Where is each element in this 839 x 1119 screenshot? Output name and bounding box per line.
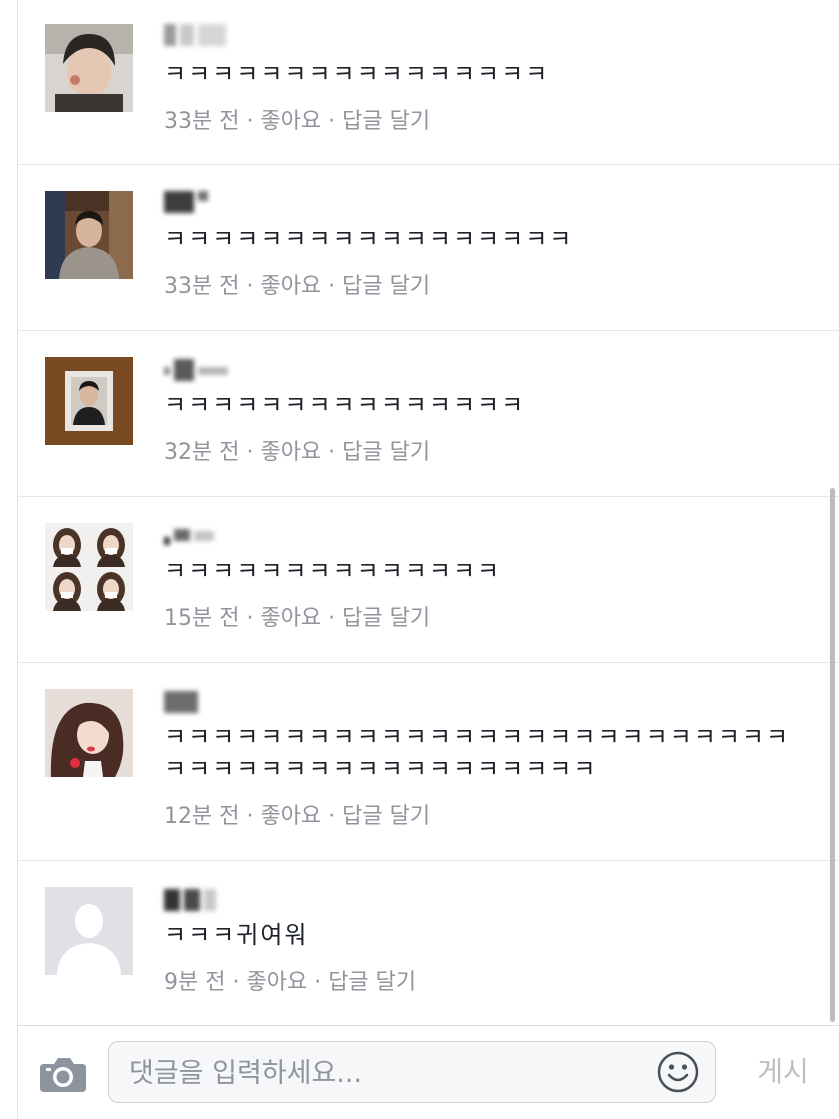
meta-separator: · xyxy=(321,804,343,829)
scrollbar[interactable] xyxy=(830,488,835,1022)
like-link[interactable]: 좋아요 xyxy=(260,606,321,631)
author-name-redacted[interactable] xyxy=(164,24,230,50)
comment-meta: 15분 전 · 좋아요 · 답글 달기 xyxy=(164,605,430,633)
smiley-icon[interactable] xyxy=(657,1051,699,1093)
reply-link[interactable]: 답글 달기 xyxy=(342,274,430,299)
left-border xyxy=(0,0,18,1119)
like-link[interactable]: 좋아요 xyxy=(246,970,307,995)
meta-separator: · xyxy=(321,440,343,465)
avatar-photo xyxy=(45,689,133,777)
reply-link[interactable]: 답글 달기 xyxy=(342,440,430,465)
avatar-photo xyxy=(45,191,133,279)
like-link[interactable]: 좋아요 xyxy=(260,440,321,465)
comment-text: ㅋㅋㅋㅋㅋㅋㅋㅋㅋㅋㅋㅋㅋㅋㅋㅋ xyxy=(164,60,550,88)
avatar[interactable] xyxy=(45,24,133,112)
comment-text: ㅋㅋㅋㅋㅋㅋㅋㅋㅋㅋㅋㅋㅋㅋ xyxy=(164,557,502,585)
comment-item: ㅋㅋㅋ귀여워 9분 전 · 좋아요 · 답글 달기 xyxy=(18,861,839,1026)
meta-separator: · xyxy=(225,970,247,995)
like-link[interactable]: 좋아요 xyxy=(260,109,321,134)
meta-separator: · xyxy=(239,606,261,631)
reply-link[interactable]: 답글 달기 xyxy=(342,109,430,134)
reply-link[interactable]: 답글 달기 xyxy=(342,606,430,631)
post-button[interactable]: 게시 xyxy=(748,1050,818,1094)
comment-time: 32분 전 xyxy=(164,440,240,465)
meta-separator: · xyxy=(321,109,343,134)
comment-list[interactable]: ㅋㅋㅋㅋㅋㅋㅋㅋㅋㅋㅋㅋㅋㅋㅋㅋ 33분 전 · 좋아요 · 답글 달기 ㅋㅋㅋ… xyxy=(18,0,839,1026)
avatar[interactable] xyxy=(45,887,133,975)
comment-time: 12분 전 xyxy=(164,804,240,829)
avatar[interactable] xyxy=(45,689,133,777)
comment-item: ㅋㅋㅋㅋㅋㅋㅋㅋㅋㅋㅋㅋㅋㅋㅋㅋㅋㅋㅋㅋㅋㅋㅋㅋㅋㅋㅋㅋㅋㅋㅋㅋㅋㅋㅋㅋㅋㅋㅋㅋ… xyxy=(18,663,839,861)
meta-separator: · xyxy=(239,804,261,829)
comment-time: 9분 전 xyxy=(164,970,226,995)
avatar[interactable] xyxy=(45,523,133,611)
avatar[interactable] xyxy=(45,191,133,279)
author-name-redacted[interactable] xyxy=(164,889,220,915)
meta-separator: · xyxy=(239,440,261,465)
comment-meta: 12분 전 · 좋아요 · 답글 달기 xyxy=(164,803,430,831)
comment-meta: 33분 전 · 좋아요 · 답글 달기 xyxy=(164,273,430,301)
meta-separator: · xyxy=(239,109,261,134)
comment-text: ㅋㅋㅋㅋㅋㅋㅋㅋㅋㅋㅋㅋㅋㅋㅋㅋㅋ xyxy=(164,225,574,253)
comment-meta: 9분 전 · 좋아요 · 답글 달기 xyxy=(164,969,416,997)
photo-tile xyxy=(53,528,81,567)
author-name-redacted[interactable] xyxy=(164,191,212,217)
avatar[interactable] xyxy=(45,357,133,445)
comment-time: 15분 전 xyxy=(164,606,240,631)
default-avatar-icon xyxy=(45,887,133,975)
comment-meta: 33분 전 · 좋아요 · 답글 달기 xyxy=(164,108,430,136)
like-link[interactable]: 좋아요 xyxy=(260,274,321,299)
meta-separator: · xyxy=(239,274,261,299)
like-link[interactable]: 좋아요 xyxy=(260,804,321,829)
comment-text: ㅋㅋㅋ귀여워 xyxy=(164,921,309,949)
comment-meta: 32분 전 · 좋아요 · 답글 달기 xyxy=(164,439,430,467)
meta-separator: · xyxy=(321,274,343,299)
comment-input[interactable] xyxy=(127,1042,631,1104)
comment-item: ㅋㅋㅋㅋㅋㅋㅋㅋㅋㅋㅋㅋㅋㅋ 15분 전 · 좋아요 · 답글 달기 xyxy=(18,497,839,663)
camera-icon[interactable] xyxy=(40,1056,86,1092)
reply-link[interactable]: 답글 달기 xyxy=(328,970,416,995)
comment-text: ㅋㅋㅋㅋㅋㅋㅋㅋㅋㅋㅋㅋㅋㅋㅋ xyxy=(164,391,526,419)
comment-text: ㅋㅋㅋㅋㅋㅋㅋㅋㅋㅋㅋㅋㅋㅋㅋㅋㅋㅋㅋㅋㅋㅋㅋㅋㅋㅋㅋㅋㅋㅋㅋㅋㅋㅋㅋㅋㅋㅋㅋㅋ… xyxy=(164,723,791,783)
comment-item: ㅋㅋㅋㅋㅋㅋㅋㅋㅋㅋㅋㅋㅋㅋㅋㅋ 33분 전 · 좋아요 · 답글 달기 xyxy=(18,0,839,165)
author-name-redacted[interactable] xyxy=(164,525,218,551)
meta-separator: · xyxy=(321,606,343,631)
comment-time: 33분 전 xyxy=(164,109,240,134)
reply-link[interactable]: 답글 달기 xyxy=(342,804,430,829)
author-name-redacted[interactable] xyxy=(164,359,232,385)
comment-item: ㅋㅋㅋㅋㅋㅋㅋㅋㅋㅋㅋㅋㅋㅋㅋ 32분 전 · 좋아요 · 답글 달기 xyxy=(18,331,839,497)
comment-item: ㅋㅋㅋㅋㅋㅋㅋㅋㅋㅋㅋㅋㅋㅋㅋㅋㅋ 33분 전 · 좋아요 · 답글 달기 xyxy=(18,165,839,331)
comment-composer: 게시 xyxy=(18,1025,839,1119)
avatar-photo xyxy=(45,357,133,445)
author-name-redacted[interactable] xyxy=(164,691,202,717)
comment-time: 33분 전 xyxy=(164,274,240,299)
avatar-photo xyxy=(45,523,133,611)
avatar-photo xyxy=(45,24,133,112)
comments-screen: ㅋㅋㅋㅋㅋㅋㅋㅋㅋㅋㅋㅋㅋㅋㅋㅋ 33분 전 · 좋아요 · 답글 달기 ㅋㅋㅋ… xyxy=(0,0,839,1119)
comment-input-box[interactable] xyxy=(108,1041,716,1104)
meta-separator: · xyxy=(307,970,329,995)
